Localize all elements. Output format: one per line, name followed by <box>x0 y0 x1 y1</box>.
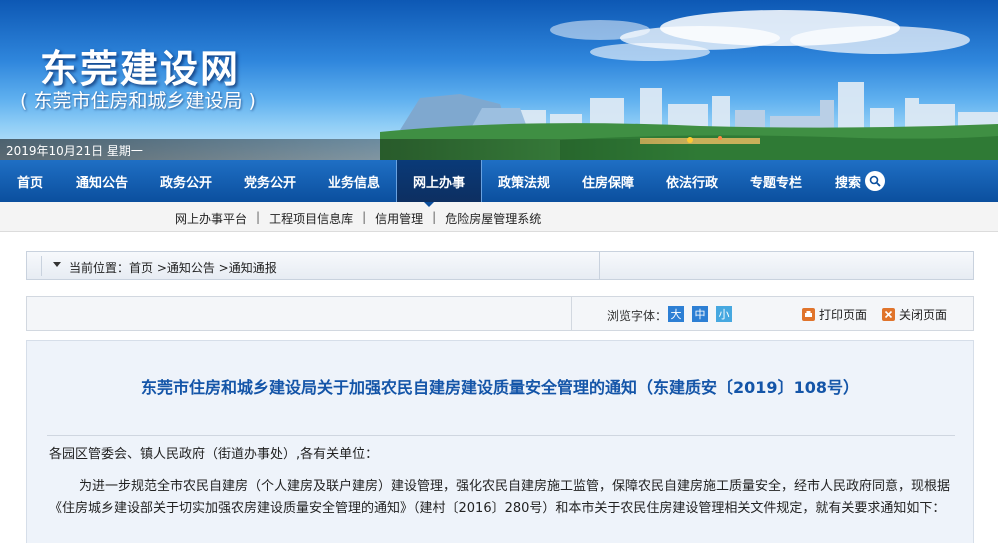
nav-item-law-administration[interactable]: 依法行政 <box>650 160 734 202</box>
caret-down-icon <box>53 262 61 267</box>
sub-link-online-platform[interactable]: 网上办事平台 <box>175 210 247 227</box>
sub-link-project-database[interactable]: 工程项目信息库 <box>269 210 353 227</box>
nav-item-party-affairs[interactable]: 党务公开 <box>228 160 312 202</box>
article-title: 东莞市住房和城乡建设局关于加强农民自建房建设质量安全管理的通知（东建质安〔201… <box>141 378 859 397</box>
article-body: 各园区管委会、镇人民政府（街道办事处）,各有关单位： 为进一步规范全市农民自建房… <box>49 444 955 520</box>
font-large-button[interactable]: 大 <box>668 306 684 322</box>
nav-item-home[interactable]: 首页 <box>0 160 60 202</box>
print-page-button[interactable]: 打印页面 <box>802 306 867 323</box>
nav-item-online-services[interactable]: 网上办事 <box>396 160 482 202</box>
article-salutation: 各园区管委会、镇人民政府（街道办事处）,各有关单位： <box>49 447 379 462</box>
close-icon <box>882 308 895 321</box>
print-icon <box>802 308 815 321</box>
separator: | <box>362 210 367 224</box>
search-label: 搜索 <box>834 175 861 191</box>
sub-link-dangerous-buildings[interactable]: 危险房屋管理系统 <box>445 210 541 227</box>
nav-item-housing[interactable]: 住房保障 <box>566 160 650 202</box>
header-banner: 东莞建设网 ( 东莞市住房和城乡建设局 ) 2019年10月21日 星期一 <box>0 0 998 160</box>
divider <box>571 297 572 330</box>
nav-item-government-affairs[interactable]: 政务公开 <box>144 160 228 202</box>
article-content: 东莞市住房和城乡建设局关于加强农民自建房建设质量安全管理的通知（东建质安〔201… <box>26 340 974 543</box>
active-tab-caret <box>424 202 434 207</box>
nav-item-notices[interactable]: 通知公告 <box>60 160 144 202</box>
divider <box>599 252 600 279</box>
print-page-label: 打印页面 <box>819 308 868 322</box>
page-tools-bar: 浏览字体： 大 中 小 打印页面 关闭页面 <box>26 296 974 331</box>
breadcrumb-text: 当前位置：首页 >通知公告 >通知通报 <box>69 261 277 275</box>
nav-item-policies[interactable]: 政策法规 <box>482 160 566 202</box>
nav-item-business-info[interactable]: 业务信息 <box>312 160 396 202</box>
font-size-label: 浏览字体： <box>607 309 668 323</box>
divider <box>41 256 42 276</box>
article-paragraph: 为进一步规范全市农民自建房（个人建房及联户建房）建设管理，强化农民自建房施工监管… <box>49 479 951 516</box>
current-date: 2019年10月21日 星期一 <box>6 144 143 158</box>
font-medium-button[interactable]: 中 <box>692 306 708 322</box>
date-strip <box>0 139 998 160</box>
close-page-button[interactable]: 关闭页面 <box>882 306 947 323</box>
font-small-button[interactable]: 小 <box>716 306 732 322</box>
close-page-label: 关闭页面 <box>899 308 948 322</box>
site-title: 东莞建设网 <box>40 47 241 91</box>
sub-link-credit-management[interactable]: 信用管理 <box>375 210 423 227</box>
nav-item-search[interactable]: 搜索 <box>818 160 902 202</box>
divider <box>47 435 955 436</box>
main-nav: 首页 通知公告 政务公开 党务公开 业务信息 网上办事 政策法规 住房保障 依法… <box>0 160 998 202</box>
sub-nav: 网上办事平台 | 工程项目信息库 | 信用管理 | 危险房屋管理系统 <box>0 202 998 232</box>
breadcrumb: 当前位置：首页 >通知公告 >通知通报 <box>26 251 974 280</box>
separator: | <box>256 210 261 224</box>
search-icon[interactable] <box>865 171 885 191</box>
nav-item-special-topics[interactable]: 专题专栏 <box>734 160 818 202</box>
site-subtitle: ( 东莞市住房和城乡建设局 ) <box>20 90 256 112</box>
separator: | <box>432 210 437 224</box>
